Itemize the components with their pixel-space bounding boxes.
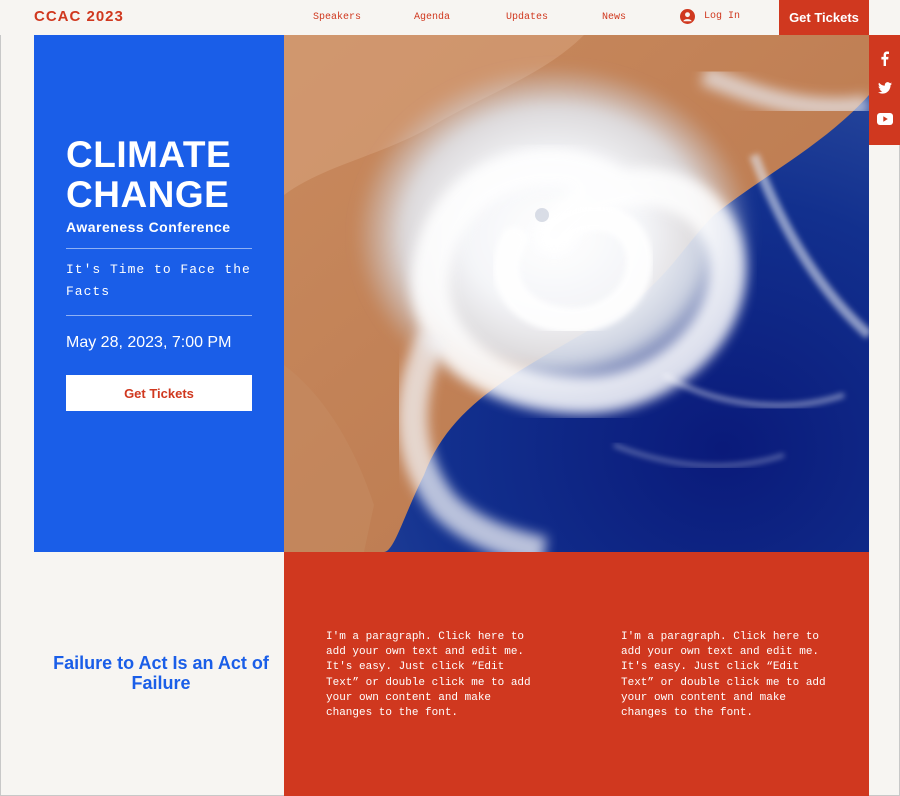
hero-text-panel: CLIMATE CHANGE Awareness Conference It's… <box>34 35 284 552</box>
section-motto: Failure to Act Is an Act of Failure <box>53 653 269 693</box>
divider <box>66 315 252 316</box>
site-logo[interactable]: CCAC 2023 <box>34 8 124 25</box>
facebook-icon <box>881 51 889 66</box>
info-block: I'm a paragraph. Click here to add your … <box>284 552 869 796</box>
hero-subtitle: Awareness Conference <box>66 219 231 235</box>
nav-speakers[interactable]: Speakers <box>313 12 361 23</box>
hero-title: CLIMATE CHANGE <box>66 135 231 215</box>
divider <box>66 248 252 249</box>
hero-get-tickets-button[interactable]: Get Tickets <box>66 375 252 411</box>
hero-tagline: It's Time to Face the Facts <box>66 262 251 299</box>
site-header: CCAC 2023 Speakers Agenda Updates News L… <box>0 0 900 35</box>
twitter-link[interactable] <box>869 76 900 100</box>
nav-news[interactable]: News <box>602 12 626 23</box>
paragraph-1[interactable]: I'm a paragraph. Click here to add your … <box>326 630 531 721</box>
hurricane-satellite-image <box>284 35 869 552</box>
login-button[interactable]: Log In <box>680 9 740 24</box>
paragraph-2[interactable]: I'm a paragraph. Click here to add your … <box>621 630 826 721</box>
youtube-icon <box>876 113 893 125</box>
social-bar <box>869 35 900 145</box>
event-date: May 28, 2023, 7:00 PM <box>66 334 232 351</box>
youtube-link[interactable] <box>869 107 900 131</box>
nav-updates[interactable]: Updates <box>506 12 548 23</box>
user-avatar-icon <box>680 9 695 24</box>
hero-title-line-2: CHANGE <box>66 174 230 215</box>
twitter-icon <box>877 82 892 94</box>
header-get-tickets-button[interactable]: Get Tickets <box>779 0 869 35</box>
hero-title-line-1: CLIMATE <box>66 134 232 175</box>
login-label: Log In <box>704 11 741 22</box>
facebook-link[interactable] <box>869 46 900 70</box>
nav-agenda[interactable]: Agenda <box>414 12 450 23</box>
